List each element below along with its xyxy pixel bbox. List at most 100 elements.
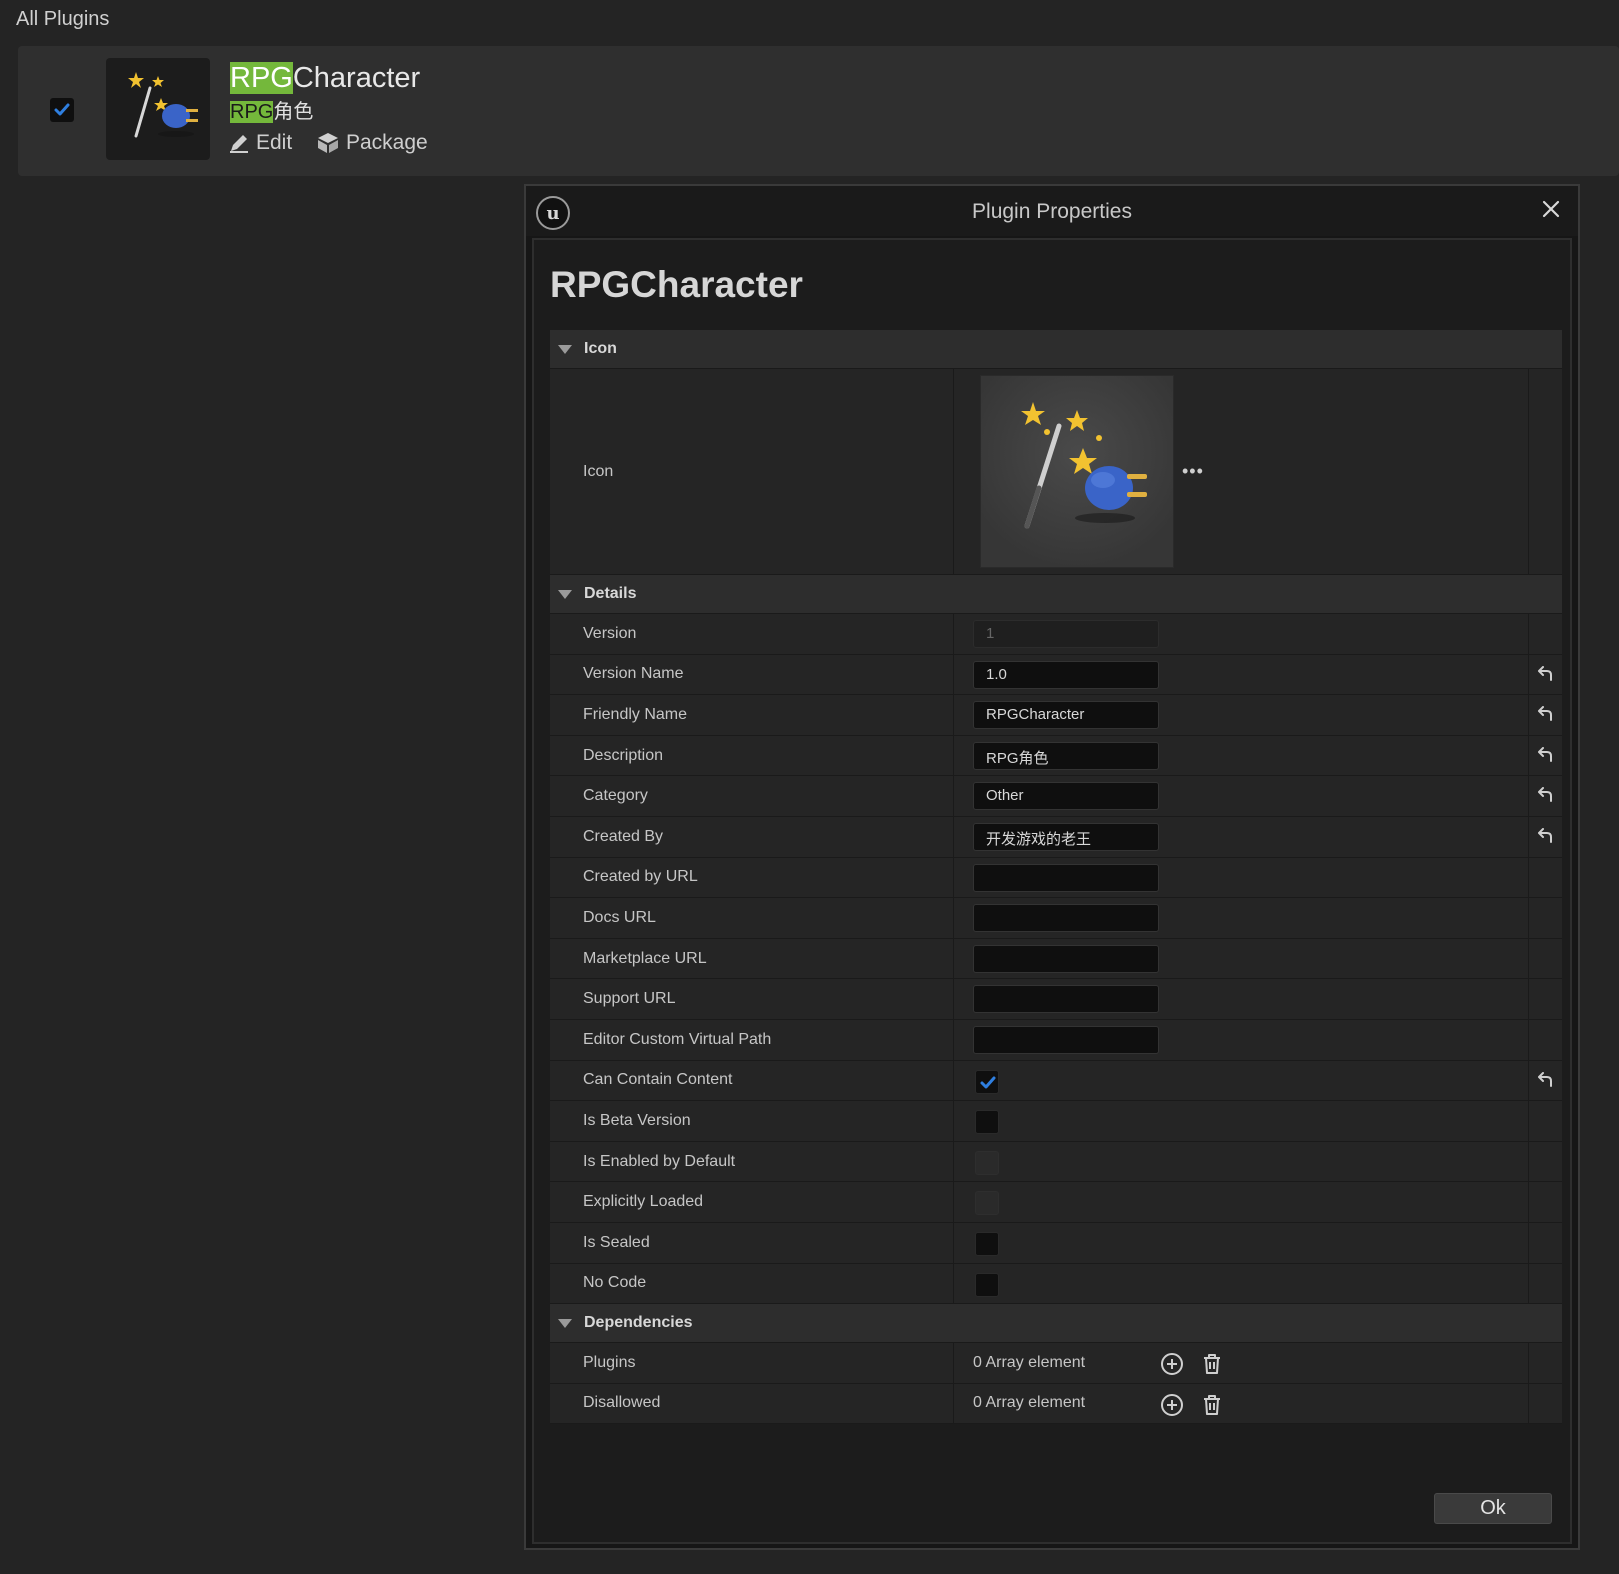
reset-to-default-icon[interactable] xyxy=(1536,746,1556,765)
plugin-title: RPGCharacter xyxy=(230,62,420,95)
plugin-subtitle-rest: 角色 xyxy=(273,101,314,123)
plugin-properties-dialog: u Plugin Properties RPGCharacter Icon Ic… xyxy=(524,184,1580,1550)
collapse-triangle-icon xyxy=(558,1318,572,1328)
editor-custom-virtual-path-field[interactable] xyxy=(973,1025,1159,1054)
reset-to-default-icon[interactable] xyxy=(1536,665,1556,684)
plugin-card[interactable]: RPGCharacter RPG角色 Edit Package xyxy=(18,46,1619,176)
edit-button[interactable]: Edit xyxy=(228,130,292,156)
row-label: Docs URL xyxy=(583,908,656,926)
row-label: Plugins xyxy=(583,1353,636,1371)
package-icon xyxy=(318,133,338,153)
row-no-code: No Code xyxy=(550,1263,1562,1305)
magic-wand-plug-icon xyxy=(981,376,1173,567)
row-plugins: Plugins 0 Array element xyxy=(550,1343,1562,1384)
row-label: No Code xyxy=(583,1274,647,1292)
row-version: Version 1 xyxy=(550,614,1562,655)
checkmark-icon xyxy=(980,1076,996,1089)
collapse-triangle-icon xyxy=(558,344,572,354)
marketplace-url-field[interactable] xyxy=(973,944,1159,973)
more-options-button[interactable]: ••• xyxy=(1182,461,1204,482)
close-button[interactable] xyxy=(1538,196,1564,222)
search-highlight: RPG xyxy=(230,62,293,94)
plugins-array-count: 0 Array element xyxy=(973,1353,1086,1371)
dialog-titlebar[interactable]: u Plugin Properties xyxy=(526,186,1578,236)
plugin-enabled-checkbox[interactable] xyxy=(50,98,74,122)
row-label: Created By xyxy=(583,827,664,845)
reset-to-default-icon[interactable] xyxy=(1536,787,1556,805)
trash-icon[interactable] xyxy=(1200,1393,1224,1417)
row-is-enabled-by-default: Is Enabled by Default xyxy=(550,1141,1562,1183)
row-label: Is Enabled by Default xyxy=(583,1152,736,1170)
created-by-field[interactable]: 开发游戏的老王 xyxy=(973,822,1159,851)
package-label: Package xyxy=(346,131,428,154)
row-label: Version Name xyxy=(583,665,684,683)
row-label: Is Sealed xyxy=(583,1233,650,1251)
reset-to-default-icon[interactable] xyxy=(1536,706,1556,724)
created-by-url-field[interactable] xyxy=(973,863,1159,892)
row-created-by-url: Created by URL xyxy=(550,857,1562,899)
plugin-thumbnail xyxy=(106,58,210,160)
row-label: Marketplace URL xyxy=(583,949,707,967)
row-label: Is Beta Version xyxy=(583,1111,691,1129)
icon-preview[interactable] xyxy=(980,375,1174,568)
reset-to-default-icon[interactable] xyxy=(1536,1071,1556,1090)
support-url-field[interactable] xyxy=(973,985,1159,1014)
can-contain-content-checkbox[interactable] xyxy=(975,1069,999,1094)
category-field[interactable]: Other xyxy=(973,782,1159,811)
all-plugins-title: All Plugins xyxy=(16,8,110,30)
add-element-icon[interactable] xyxy=(1160,1393,1184,1417)
row-label: Version xyxy=(583,624,637,642)
checkmark-icon xyxy=(54,103,70,116)
reset-to-default-icon[interactable] xyxy=(1536,827,1556,846)
row-label: Editor Custom Virtual Path xyxy=(583,1030,772,1048)
is-enabled-by-default-checkbox xyxy=(975,1150,999,1175)
ok-button[interactable]: Ok xyxy=(1434,1493,1552,1524)
row-is-sealed: Is Sealed xyxy=(550,1222,1562,1264)
row-label: Created by URL xyxy=(583,868,698,886)
magic-wand-plug-icon xyxy=(128,72,198,138)
section-title: Icon xyxy=(584,340,617,357)
row-description: Description RPG角色 xyxy=(550,735,1562,777)
row-version-name: Version Name 1.0 xyxy=(550,654,1562,696)
description-field[interactable]: RPG角色 xyxy=(973,741,1159,770)
docs-url-field[interactable] xyxy=(973,904,1159,933)
version-field: 1 xyxy=(973,620,1159,648)
add-element-icon[interactable] xyxy=(1160,1352,1184,1376)
row-category: Category Other xyxy=(550,776,1562,817)
properties-panel: Icon Icon ••• Details Version 1 Version … xyxy=(550,330,1562,1425)
is-sealed-checkbox[interactable] xyxy=(975,1231,999,1256)
row-friendly-name: Friendly Name RPGCharacter xyxy=(550,695,1562,736)
icon-row: Icon ••• xyxy=(550,369,1562,575)
version-name-field[interactable]: 1.0 xyxy=(973,660,1159,689)
row-can-contain-content: Can Contain Content xyxy=(550,1060,1562,1102)
section-header-details[interactable]: Details xyxy=(550,575,1562,614)
plugin-subtitle: RPG角色 xyxy=(230,95,313,124)
friendly-name-field[interactable]: RPGCharacter xyxy=(973,701,1159,730)
row-label: Explicitly Loaded xyxy=(583,1193,704,1211)
row-label: Description xyxy=(583,746,664,764)
dialog-body: RPGCharacter Icon Icon ••• Details Versi… xyxy=(532,238,1572,1544)
section-header-dependencies[interactable]: Dependencies xyxy=(550,1304,1562,1344)
section-header-icon[interactable]: Icon xyxy=(550,330,1562,369)
edit-label: Edit xyxy=(256,131,293,154)
trash-icon[interactable] xyxy=(1200,1352,1224,1376)
is-beta-version-checkbox[interactable] xyxy=(975,1110,999,1135)
row-label: Support URL xyxy=(583,990,676,1008)
no-code-checkbox[interactable] xyxy=(975,1272,999,1297)
row-marketplace-url: Marketplace URL xyxy=(550,938,1562,980)
row-support-url: Support URL xyxy=(550,979,1562,1020)
row-label: Icon xyxy=(583,462,614,480)
plugin-name-heading: RPGCharacter xyxy=(550,264,803,305)
disallowed-array-count: 0 Array element xyxy=(973,1394,1086,1412)
row-label: Disallowed xyxy=(583,1394,661,1412)
section-title: Dependencies xyxy=(584,1314,693,1332)
pencil-icon xyxy=(230,135,248,153)
row-editor-custom-virtual-path: Editor Custom Virtual Path xyxy=(550,1019,1562,1061)
dialog-title: Plugin Properties xyxy=(972,200,1132,223)
row-explicitly-loaded: Explicitly Loaded xyxy=(550,1182,1562,1223)
row-docs-url: Docs URL xyxy=(550,898,1562,939)
row-label: Friendly Name xyxy=(583,705,688,723)
collapse-triangle-icon xyxy=(558,589,572,599)
row-label: Category xyxy=(583,787,648,805)
package-button[interactable]: Package xyxy=(316,130,428,156)
